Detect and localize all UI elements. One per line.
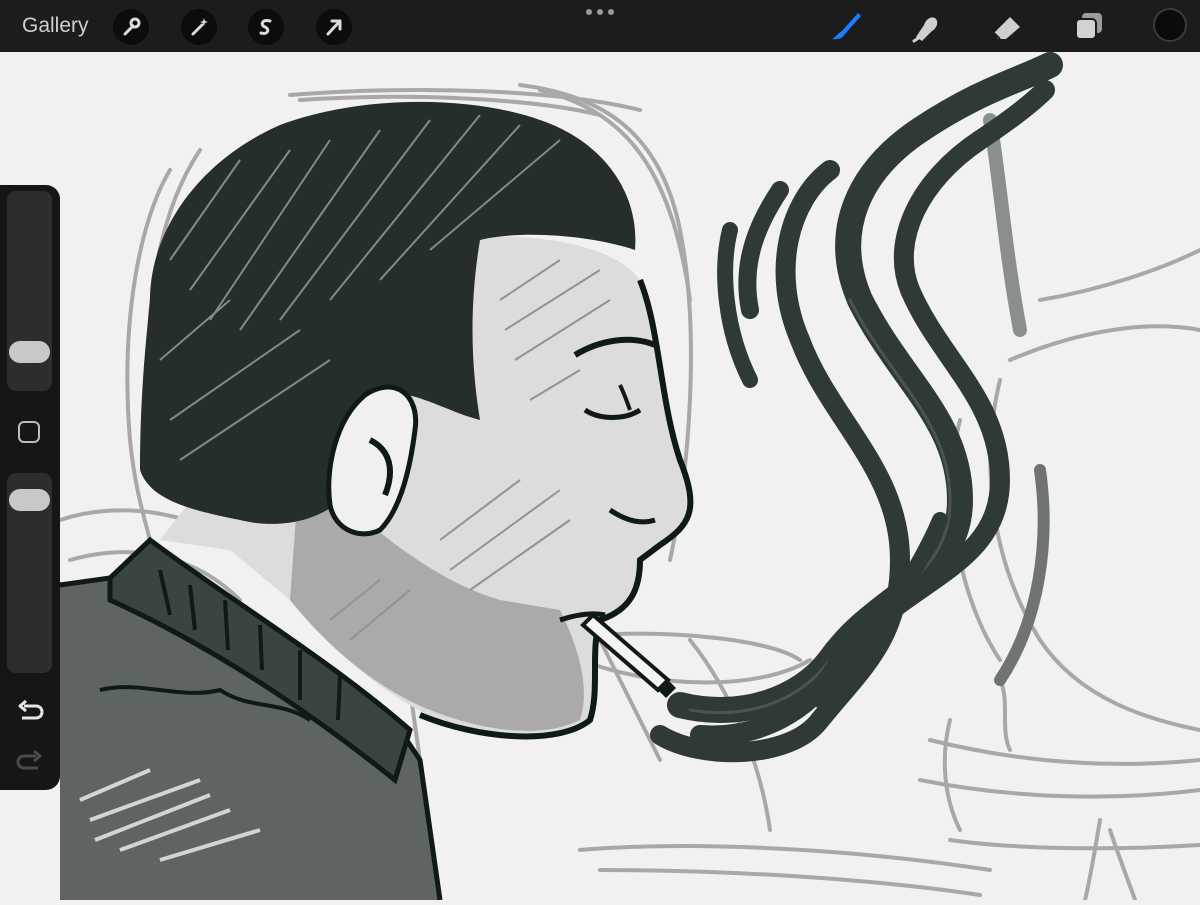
wrench-icon[interactable] bbox=[113, 9, 149, 45]
smudge-finger-icon[interactable] bbox=[906, 7, 946, 45]
layers-icon[interactable] bbox=[1068, 7, 1108, 45]
left-sidebar bbox=[0, 185, 60, 790]
brush-icon[interactable] bbox=[826, 7, 866, 45]
magic-wand-icon[interactable] bbox=[181, 9, 217, 45]
color-swatch[interactable] bbox=[1153, 8, 1187, 42]
redo-icon[interactable] bbox=[16, 749, 44, 773]
artwork bbox=[58, 52, 1200, 902]
eraser-icon[interactable] bbox=[986, 7, 1026, 45]
top-toolbar: Gallery bbox=[0, 0, 1200, 52]
selection-s-icon[interactable] bbox=[248, 9, 284, 45]
gallery-button[interactable]: Gallery bbox=[22, 12, 89, 40]
opacity-slider[interactable] bbox=[7, 473, 52, 673]
more-dots-icon[interactable] bbox=[586, 8, 614, 16]
undo-icon[interactable] bbox=[16, 699, 44, 723]
drawing-canvas[interactable] bbox=[0, 52, 1200, 902]
opacity-thumb[interactable] bbox=[9, 488, 50, 511]
arrow-cursor-icon[interactable] bbox=[316, 9, 352, 45]
square-modify-icon[interactable] bbox=[18, 421, 40, 443]
brush-size-slider[interactable] bbox=[7, 191, 52, 391]
brush-size-thumb[interactable] bbox=[9, 340, 50, 363]
